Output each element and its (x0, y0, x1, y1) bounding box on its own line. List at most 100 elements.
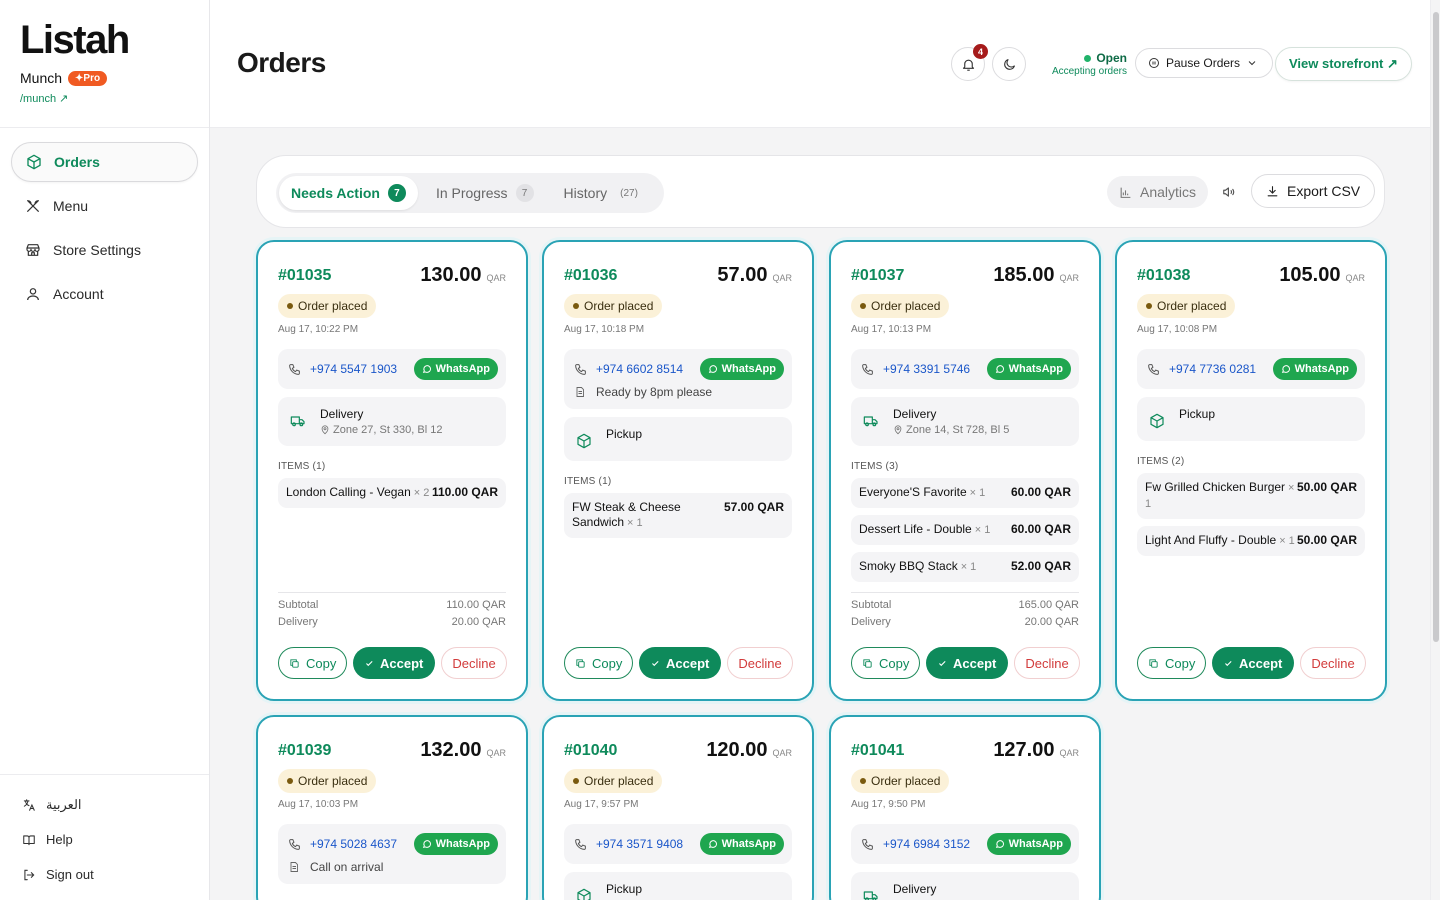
order-card[interactable]: #01035 130.00 QAR Order placed Aug 17, 10:22… (256, 240, 528, 701)
fulfillment-type: Delivery (320, 407, 364, 421)
sound-toggle-button[interactable] (1219, 182, 1239, 202)
subtotal-label: Subtotal (851, 599, 892, 611)
order-card[interactable]: #01036 57.00 QAR Order placed Aug 17, 10:18 … (542, 240, 814, 701)
sidebar-item-store-settings[interactable]: Store Settings (11, 230, 198, 270)
pause-orders-button[interactable]: Pause Orders (1135, 48, 1274, 78)
whatsapp-button[interactable]: WhatsApp (699, 358, 784, 380)
phone-link[interactable]: +974 3391 5746 (861, 362, 970, 376)
page-scrollbar[interactable] (1430, 0, 1440, 900)
item-qty: × 1 (960, 561, 977, 573)
decline-button[interactable]: Decline (727, 647, 793, 679)
accept-button[interactable]: Accept (926, 647, 1009, 679)
truck-icon (863, 891, 878, 900)
language-toggle[interactable]: العربية (22, 787, 187, 822)
whatsapp-button[interactable]: WhatsApp (1272, 358, 1357, 380)
order-id[interactable]: #01040 (564, 742, 617, 760)
analytics-button[interactable]: Analytics (1107, 176, 1209, 208)
tab-count-badge: (27) (620, 187, 638, 199)
phone-link[interactable]: +974 5028 4637 (288, 837, 397, 851)
subtotal-label: Subtotal (278, 599, 319, 611)
order-card[interactable]: #01041 127.00 QAR Order placed Aug 17, 9:50 … (829, 715, 1101, 900)
phone-link[interactable]: +974 6602 8514 (574, 362, 683, 376)
sidebar-item-orders[interactable]: Orders (11, 142, 198, 182)
status-text: Order placed (298, 774, 368, 788)
decline-label: Decline (738, 655, 782, 671)
item-qty: × 1 (1279, 535, 1295, 547)
sidebar-item-menu[interactable]: Menu (11, 186, 198, 226)
whatsapp-label: WhatsApp (435, 363, 490, 375)
scroll-thumb[interactable] (1433, 12, 1439, 642)
accept-button[interactable]: Accept (639, 647, 722, 679)
whatsapp-button[interactable]: WhatsApp (413, 358, 498, 380)
sidebar-item-account[interactable]: Account (11, 274, 198, 314)
decline-button[interactable]: Decline (1300, 647, 1366, 679)
order-timestamp: Aug 17, 10:18 PM (564, 324, 645, 335)
phone-link[interactable]: +974 6984 3152 (861, 837, 970, 851)
phone-number: +974 7736 0281 (1169, 362, 1257, 376)
whatsapp-button[interactable]: WhatsApp (699, 833, 784, 855)
item-name: Light And Fluffy - Double (1145, 533, 1277, 547)
currency-label: QAR (772, 273, 792, 283)
copy-button[interactable]: Copy (851, 647, 921, 679)
whatsapp-button[interactable]: WhatsApp (986, 358, 1071, 380)
accept-button[interactable]: Accept (353, 647, 436, 679)
store-slug-link[interactable]: /munch ↗ (20, 92, 189, 105)
speaker-icon (1223, 187, 1235, 197)
copy-button[interactable]: Copy (564, 647, 634, 679)
tab-in-progress[interactable]: In Progress 7 (424, 176, 546, 210)
status-text: Order placed (298, 299, 368, 313)
order-timestamp: Aug 17, 10:03 PM (278, 799, 359, 810)
status-dot (287, 778, 293, 784)
order-total: 132.00 QAR (420, 739, 506, 762)
notifications-button[interactable]: 4 (951, 44, 988, 81)
currency-label: QAR (1345, 273, 1365, 283)
accept-label: Accept (380, 655, 424, 671)
sidebar-item-label: Orders (54, 154, 100, 170)
order-card[interactable]: #01037 185.00 QAR Order placed Aug 17, 10:13… (829, 240, 1101, 701)
items-heading: ITEMS (1) (564, 476, 612, 487)
order-total: 57.00 QAR (717, 264, 792, 287)
check-icon (366, 660, 373, 666)
whatsapp-button[interactable]: WhatsApp (413, 833, 498, 855)
decline-button[interactable]: Decline (441, 647, 507, 679)
copy-icon (1149, 658, 1158, 668)
language-label: العربية (46, 796, 82, 812)
phone-link[interactable]: +974 7736 0281 (1147, 362, 1256, 376)
fulfillment-info: Pickup (564, 417, 792, 461)
accept-button[interactable]: Accept (1212, 647, 1295, 679)
phone-number: +974 3391 5746 (883, 362, 971, 376)
copy-label: Copy (1165, 655, 1196, 671)
item-name-wrap: Light And Fluffy - Double × 1 (1145, 533, 1295, 549)
item-name-wrap: Smoky BBQ Stack × 1 (859, 559, 976, 575)
decline-button[interactable]: Decline (1014, 647, 1080, 679)
order-id[interactable]: #01041 (851, 742, 904, 760)
whatsapp-button[interactable]: WhatsApp (986, 833, 1071, 855)
tab-history[interactable]: History (27) (552, 176, 655, 210)
help-link[interactable]: Help (22, 822, 187, 857)
phone-link[interactable]: +974 3571 9408 (574, 837, 683, 851)
sidebar-item-label: Account (53, 286, 104, 302)
sign-out-link[interactable]: Sign out (22, 857, 187, 892)
fulfillment-type: Delivery (893, 882, 937, 896)
copy-button[interactable]: Copy (278, 647, 348, 679)
order-card[interactable]: #01039 132.00 QAR Order placed Aug 17, 10:03… (256, 715, 528, 900)
order-id[interactable]: #01038 (1137, 267, 1190, 285)
order-total: 185.00 QAR (993, 264, 1079, 287)
order-card[interactable]: #01040 120.00 QAR Order placed Aug 17, 9:57 … (542, 715, 814, 900)
order-card[interactable]: #01038 105.00 QAR Order placed Aug 17, 10:08… (1115, 240, 1387, 701)
theme-toggle-button[interactable] (992, 47, 1026, 81)
phone-link[interactable]: +974 5547 1903 (288, 362, 397, 376)
pause-orders-label: Pause Orders (1166, 56, 1241, 70)
order-id[interactable]: #01039 (278, 742, 331, 760)
copy-button[interactable]: Copy (1137, 647, 1207, 679)
order-tabs: Needs Action 7 In Progress 7 History (27… (276, 173, 664, 213)
order-id[interactable]: #01036 (564, 267, 617, 285)
whatsapp-label: WhatsApp (721, 838, 776, 850)
order-id[interactable]: #01035 (278, 267, 331, 285)
view-storefront-button[interactable]: View storefront ↗ (1275, 47, 1412, 81)
tab-needs-action[interactable]: Needs Action 7 (279, 176, 418, 210)
export-csv-button[interactable]: Export CSV (1251, 174, 1376, 208)
order-id[interactable]: #01037 (851, 267, 904, 285)
truck-icon (290, 416, 305, 427)
order-timestamp: Aug 17, 10:08 PM (1137, 324, 1218, 335)
